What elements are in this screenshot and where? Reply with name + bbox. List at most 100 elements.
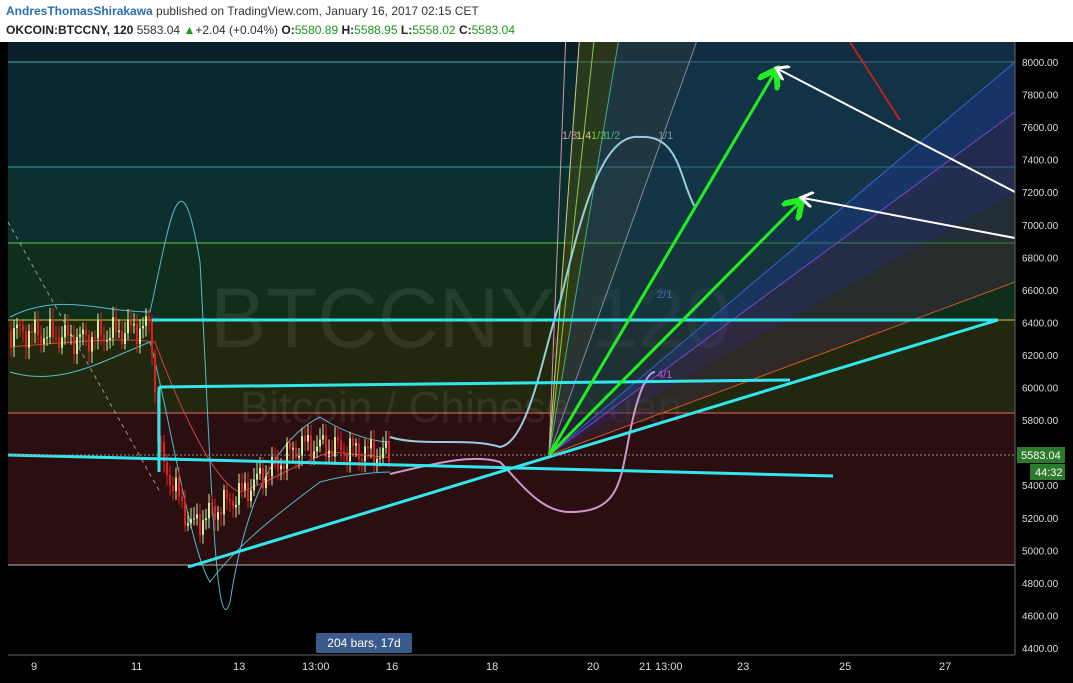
svg-text:2/1: 2/1 xyxy=(657,289,672,301)
candle-body xyxy=(34,319,36,333)
candle-body xyxy=(280,465,282,470)
candle-body xyxy=(286,442,288,469)
candle-body xyxy=(337,437,339,441)
svg-text:1/3: 1/3 xyxy=(591,130,606,142)
candle-body xyxy=(16,324,18,328)
candle-body xyxy=(46,337,48,339)
time-tick-label: 25 xyxy=(839,661,851,673)
candle-body xyxy=(79,334,81,338)
candle-body xyxy=(229,499,231,501)
candle-body xyxy=(373,439,375,464)
candle-body xyxy=(124,333,126,345)
time-tick-label: 16 xyxy=(386,661,398,673)
last-price: 5583.04 xyxy=(136,23,181,37)
time-axis[interactable]: 9 11 13 13:00 16 18 20 21 13:00 23 25 27 xyxy=(31,661,951,673)
candle-body xyxy=(55,337,57,339)
candle-body xyxy=(241,483,243,490)
candle-body xyxy=(295,447,297,458)
candle-body xyxy=(67,324,69,336)
candle-body xyxy=(322,435,324,440)
candle-body xyxy=(13,327,15,347)
price-tick-label: 8000.00 xyxy=(1022,58,1059,69)
candle-body xyxy=(142,325,144,329)
chart-header: AndresThomasShirakawa published on Tradi… xyxy=(0,0,1073,42)
low-value: 5558.02 xyxy=(412,23,456,37)
close-value: 5583.04 xyxy=(471,23,516,37)
candle-body xyxy=(19,324,21,326)
price-tick-label: 7000.00 xyxy=(1022,221,1059,232)
price-change: +2.04 (+0.04%) xyxy=(195,23,279,37)
candle-body xyxy=(283,465,285,469)
candle-body xyxy=(109,337,111,341)
time-tick-label: 13 xyxy=(233,661,245,673)
candle-body xyxy=(73,334,75,354)
svg-text:1/8: 1/8 xyxy=(562,130,577,142)
price-tick-label: 6000.00 xyxy=(1022,384,1059,395)
close-label: C: xyxy=(458,23,472,37)
candle-body xyxy=(253,479,255,491)
candle-body xyxy=(121,330,123,345)
candle-body xyxy=(115,317,117,333)
candle-body xyxy=(289,442,291,450)
candle-body xyxy=(151,321,153,354)
time-tick-label: 13:00 xyxy=(302,661,330,673)
candle-body xyxy=(310,435,312,458)
time-tick-label: 20 xyxy=(587,661,599,673)
price-tick-label: 4800.00 xyxy=(1022,579,1059,590)
candle-body xyxy=(175,477,177,492)
candle-body xyxy=(244,482,246,490)
candle-body xyxy=(103,334,105,342)
candle-body xyxy=(304,436,306,442)
candle-body xyxy=(187,523,189,526)
candle-body xyxy=(130,320,132,326)
time-tick-label: 13:00 xyxy=(655,661,683,673)
symbol-label[interactable]: OKCOIN:BTCCNY, 120 xyxy=(6,23,133,37)
candle-body xyxy=(10,330,12,347)
author-link[interactable]: AndresThomasShirakawa xyxy=(6,4,153,18)
candle-body xyxy=(193,518,195,520)
candle-body xyxy=(205,518,207,521)
time-tick-label: 18 xyxy=(486,661,498,673)
time-tick-label: 27 xyxy=(939,661,951,673)
up-arrow-icon: ▲ xyxy=(183,23,196,37)
candle-body xyxy=(268,475,270,477)
candle-body xyxy=(25,331,27,348)
candle-body xyxy=(238,483,240,505)
candle-body xyxy=(379,457,381,459)
candle-body xyxy=(367,446,369,449)
candle-body xyxy=(127,320,129,334)
candle-body xyxy=(133,323,135,326)
price-tick-label: 6400.00 xyxy=(1022,318,1059,329)
candle-body xyxy=(361,459,363,462)
candle-body xyxy=(49,318,51,338)
candle-body xyxy=(202,520,204,535)
candle-body xyxy=(196,514,198,519)
candle-body xyxy=(370,439,372,449)
candle-body xyxy=(76,337,78,354)
candle-body xyxy=(364,446,366,462)
price-tick-label: 6600.00 xyxy=(1022,286,1059,297)
price-tick-label: 6800.00 xyxy=(1022,253,1059,264)
price-chart[interactable]: BTCCNY, 120 Bitcoin / Chinese Yuan 1/8 1… xyxy=(0,42,1073,683)
candle-body xyxy=(199,514,201,535)
candle-body xyxy=(64,324,66,338)
candle-body xyxy=(178,477,180,497)
candle-body xyxy=(100,320,102,335)
candle-body xyxy=(61,337,63,348)
candle-body xyxy=(226,489,228,500)
candle-body xyxy=(358,443,360,460)
svg-text:1/4: 1/4 xyxy=(576,130,591,142)
candle-body xyxy=(22,325,24,332)
candle-body xyxy=(328,450,330,458)
price-tick-label: 5800.00 xyxy=(1022,416,1059,427)
candle-body xyxy=(208,502,210,519)
candle-body xyxy=(214,505,216,520)
candle-body xyxy=(271,456,273,477)
candle-body xyxy=(382,447,384,458)
candle-body xyxy=(376,458,378,464)
price-tick-label: 7800.00 xyxy=(1022,91,1059,102)
candle-body xyxy=(223,489,225,515)
candle-body xyxy=(184,501,186,526)
candle-body xyxy=(274,456,276,459)
candle-body xyxy=(298,455,300,458)
